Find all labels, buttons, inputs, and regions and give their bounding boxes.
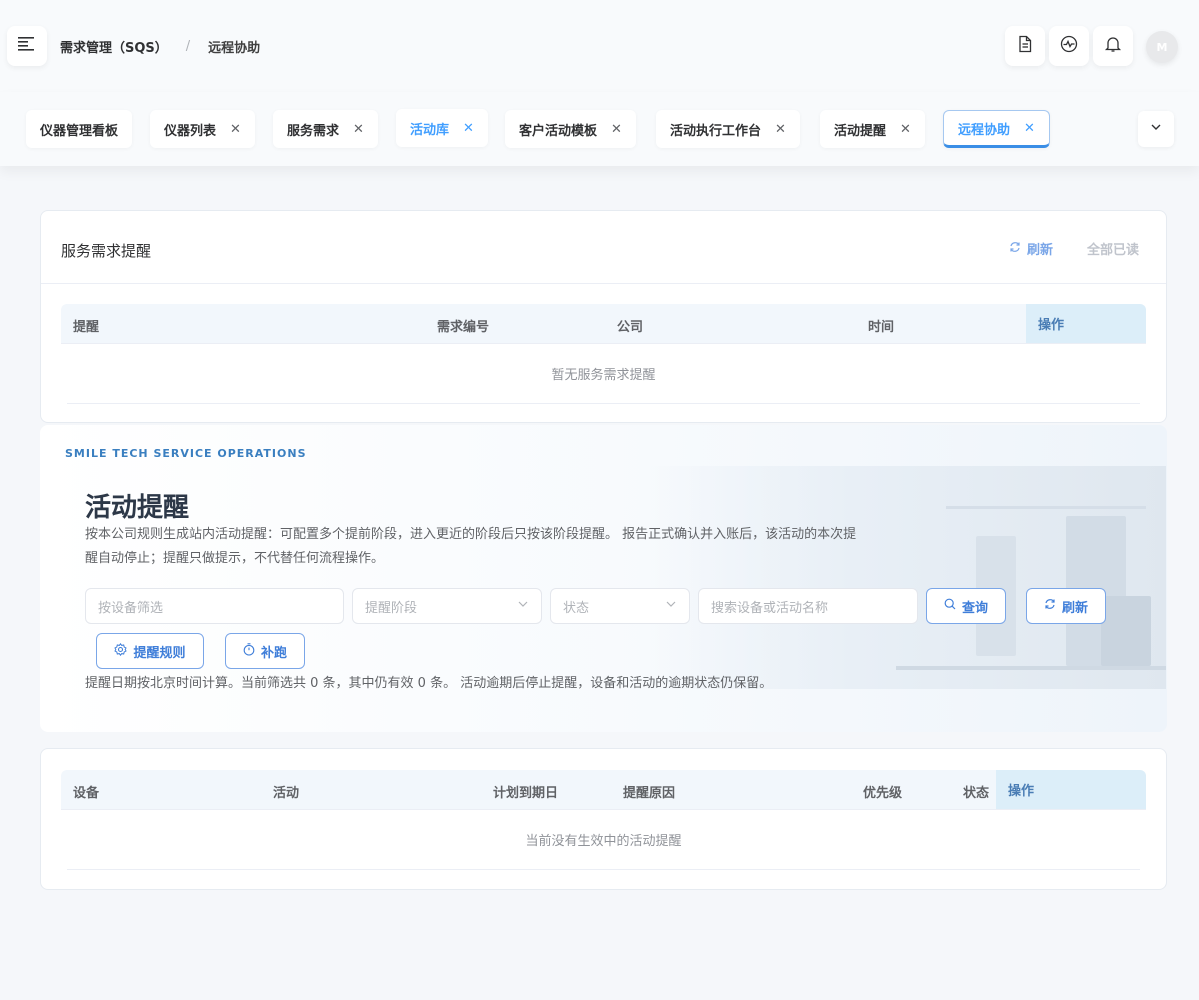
tab-activity-workbench[interactable]: 活动执行工作台 ✕ — [656, 110, 800, 148]
status-select[interactable]: 状态 — [550, 588, 690, 624]
breadcrumb: 需求管理（SQS） / 远程协助 — [60, 37, 261, 56]
table-header: 提醒 需求编号 公司 时间 操作 — [61, 304, 1146, 344]
breadcrumb-separator: / — [185, 38, 191, 54]
tabs-bar: 仪器管理看板 仪器列表 ✕ 服务需求 ✕ 活动库 ✕ 客户活动模板 ✕ 活动执行… — [0, 92, 1199, 166]
chevron-down-icon — [517, 598, 529, 614]
refresh-button[interactable]: 刷新 — [1026, 588, 1106, 624]
search-input[interactable]: 搜索设备或活动名称 — [698, 588, 918, 624]
stopwatch-icon — [243, 642, 255, 660]
close-icon[interactable]: ✕ — [611, 122, 622, 137]
tab-label: 远程协助 — [958, 122, 1011, 138]
column-header-actions: 操作 — [1026, 304, 1146, 343]
search-icon — [944, 598, 956, 614]
column-header: 优先级 — [863, 786, 903, 801]
reminder-rules-button[interactable]: 提醒规则 — [96, 633, 204, 669]
refresh-icon — [1009, 241, 1021, 257]
document-button[interactable] — [1005, 26, 1045, 66]
empty-state: 暂无服务需求提醒 — [67, 344, 1140, 404]
refresh-button[interactable]: 刷新 — [1009, 239, 1053, 258]
close-icon[interactable]: ✕ — [230, 122, 241, 137]
close-icon[interactable]: ✕ — [900, 122, 911, 137]
column-header: 设备 — [73, 786, 100, 801]
tab-label: 仪器管理看板 — [40, 123, 119, 139]
rerun-label: 补跑 — [260, 645, 287, 661]
reminder-rules-label: 提醒规则 — [133, 645, 186, 661]
empty-state: 当前没有生效中的活动提醒 — [67, 810, 1140, 870]
tab-activity-reminder[interactable]: 活动提醒 ✕ — [820, 110, 925, 148]
status-placeholder: 状态 — [563, 600, 590, 616]
activity-reminder-description: 按本公司规则生成站内活动提醒：可配置多个提前阶段，进入更近的阶段后只按该阶段提醒… — [85, 527, 857, 566]
document-icon — [1016, 35, 1034, 57]
breadcrumb-current: 远程协助 — [208, 40, 261, 56]
gear-icon — [114, 642, 128, 660]
query-label: 查询 — [961, 600, 988, 616]
column-header: 公司 — [617, 320, 644, 335]
bell-icon — [1104, 35, 1122, 57]
chevron-down-icon — [1149, 120, 1163, 138]
close-icon[interactable]: ✕ — [1024, 121, 1035, 136]
avatar[interactable]: M — [1146, 31, 1178, 63]
breadcrumb-root[interactable]: 需求管理（SQS） — [60, 37, 168, 56]
activity-reminder-table-card: 设备 活动 计划到期日 提醒原因 优先级 状态 操作 当前没有生效中的活动提醒 — [40, 748, 1167, 890]
tab-label: 活动执行工作台 — [670, 123, 762, 139]
search-placeholder: 搜索设备或活动名称 — [711, 600, 829, 616]
tab-remote-assist[interactable]: 远程协助 ✕ — [943, 110, 1050, 148]
activity-reminder-panel: SMILE TECH SERVICE OPERATIONS 活动提醒 按本公司规… — [40, 425, 1167, 732]
menu-toggle-button[interactable] — [7, 26, 47, 66]
menu-fold-icon — [18, 37, 36, 55]
brand-caption: SMILE TECH SERVICE OPERATIONS — [65, 447, 307, 460]
refresh-label: 刷新 — [1027, 243, 1054, 258]
lab-background-image — [646, 466, 1166, 689]
service-reminder-title: 服务需求提醒 — [61, 242, 152, 260]
column-header-actions: 操作 — [996, 770, 1146, 809]
tab-customer-activity-template[interactable]: 客户活动模板 ✕ — [505, 110, 636, 148]
column-header: 需求编号 — [437, 320, 490, 335]
tab-instrument-dashboard[interactable]: 仪器管理看板 — [26, 110, 133, 148]
device-filter-input[interactable]: 按设备筛选 — [85, 588, 344, 624]
column-header: 提醒 — [73, 320, 100, 335]
activity-reminder-title: 活动提醒 — [85, 493, 190, 523]
column-header: 活动 — [273, 786, 300, 801]
filter-summary-note: 提醒日期按北京时间计算。当前筛选共 0 条，其中仍有效 0 条。 活动逾期后停止… — [85, 676, 773, 691]
table-header: 设备 活动 计划到期日 提醒原因 优先级 状态 操作 — [61, 770, 1146, 810]
close-icon[interactable]: ✕ — [775, 122, 786, 137]
activity-reminder-table: 设备 活动 计划到期日 提醒原因 优先级 状态 操作 当前没有生效中的活动提醒 — [61, 770, 1146, 870]
chevron-down-icon — [665, 598, 677, 614]
tab-label: 活动提醒 — [834, 123, 887, 139]
tab-label: 活动库 — [410, 122, 450, 138]
device-filter-placeholder: 按设备筛选 — [98, 600, 164, 616]
close-icon[interactable]: ✕ — [463, 121, 474, 136]
tab-label: 仪器列表 — [164, 123, 217, 139]
reminder-stage-placeholder: 提醒阶段 — [365, 600, 418, 616]
column-header: 计划到期日 — [493, 786, 559, 801]
top-header: 需求管理（SQS） / 远程协助 M — [0, 0, 1199, 92]
column-header: 时间 — [868, 320, 895, 335]
tab-activity-library[interactable]: 活动库 ✕ — [396, 109, 488, 147]
close-icon[interactable]: ✕ — [353, 122, 364, 137]
query-button[interactable]: 查询 — [926, 588, 1006, 624]
notification-button[interactable] — [1093, 26, 1133, 66]
rerun-button[interactable]: 补跑 — [225, 633, 305, 669]
tabs-more-button[interactable] — [1138, 111, 1174, 147]
column-header: 提醒原因 — [623, 786, 676, 801]
refresh-label: 刷新 — [1061, 600, 1088, 616]
tab-service-demand[interactable]: 服务需求 ✕ — [273, 110, 378, 148]
tab-instrument-list[interactable]: 仪器列表 ✕ — [150, 110, 255, 148]
read-all-button[interactable]: 全部已读 — [1087, 239, 1139, 258]
column-header: 状态 — [963, 786, 990, 801]
activity-monitor-button[interactable] — [1049, 26, 1089, 66]
service-reminder-card: 服务需求提醒 刷新 全部已读 提醒 需求编号 公司 时间 操作 暂无服务需求提醒 — [40, 210, 1167, 423]
reminder-stage-select[interactable]: 提醒阶段 — [352, 588, 542, 624]
refresh-icon — [1044, 598, 1056, 614]
tab-label: 客户活动模板 — [519, 123, 598, 139]
tab-label: 服务需求 — [287, 123, 340, 139]
service-reminder-header: 服务需求提醒 刷新 全部已读 — [41, 211, 1166, 284]
service-reminder-table: 提醒 需求编号 公司 时间 操作 暂无服务需求提醒 — [61, 304, 1146, 404]
activity-icon — [1060, 35, 1078, 57]
